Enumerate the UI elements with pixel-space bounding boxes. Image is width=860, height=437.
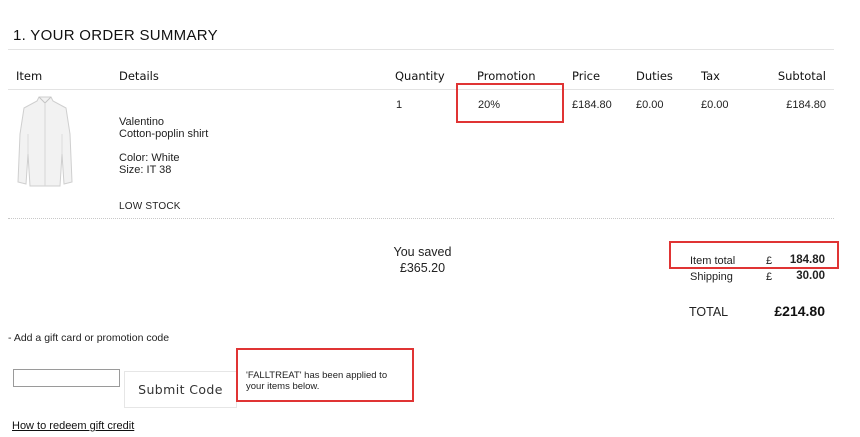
savings-amount: £365.20 bbox=[399, 261, 446, 275]
product-brand: Valentino bbox=[119, 116, 165, 128]
product-size: Size: IT 38 bbox=[119, 164, 172, 176]
add-promo-code-toggle[interactable]: - Add a gift card or promotion code bbox=[8, 332, 169, 344]
column-header-tax: Tax bbox=[701, 69, 720, 83]
column-header-item: Item bbox=[16, 69, 43, 83]
summary-divider bbox=[8, 218, 834, 219]
product-color: Color: White bbox=[119, 152, 180, 164]
tax-value: £0.00 bbox=[701, 99, 729, 111]
column-header-duties: Duties bbox=[636, 69, 673, 83]
column-header-price: Price bbox=[572, 69, 601, 83]
shirt-icon bbox=[17, 96, 73, 187]
duties-value: £0.00 bbox=[636, 99, 664, 111]
title-divider bbox=[8, 49, 834, 50]
promotion-highlight-box bbox=[456, 83, 564, 123]
product-image[interactable] bbox=[14, 94, 76, 190]
total-value: £214.80 bbox=[774, 303, 825, 319]
redeem-gift-credit-link[interactable]: How to redeem gift credit bbox=[12, 420, 134, 432]
stock-status: LOW STOCK bbox=[119, 201, 181, 212]
shipping-value: 30.00 bbox=[796, 270, 825, 282]
total-label: TOTAL bbox=[689, 305, 729, 319]
column-header-quantity: Quantity bbox=[395, 69, 445, 83]
column-header-promotion: Promotion bbox=[477, 69, 536, 83]
shipping-label: Shipping bbox=[690, 271, 733, 283]
column-header-subtotal: Subtotal bbox=[777, 69, 826, 83]
page-title: 1. YOUR ORDER SUMMARY bbox=[13, 27, 218, 44]
promo-code-input[interactable] bbox=[13, 369, 120, 387]
promo-applied-message: 'FALLTREAT' has been applied to your ite… bbox=[246, 370, 388, 392]
savings-label: You saved bbox=[393, 245, 452, 259]
quantity-value: 1 bbox=[396, 99, 403, 111]
price-value: £184.80 bbox=[572, 99, 612, 111]
header-divider bbox=[8, 89, 834, 90]
product-name: Cotton-poplin shirt bbox=[119, 128, 209, 140]
subtotal-value: £184.80 bbox=[786, 99, 826, 111]
item-total-highlight-box bbox=[669, 241, 839, 269]
column-header-details: Details bbox=[119, 69, 159, 83]
shipping-currency: £ bbox=[766, 271, 773, 283]
submit-code-button[interactable]: Submit Code bbox=[124, 371, 237, 408]
